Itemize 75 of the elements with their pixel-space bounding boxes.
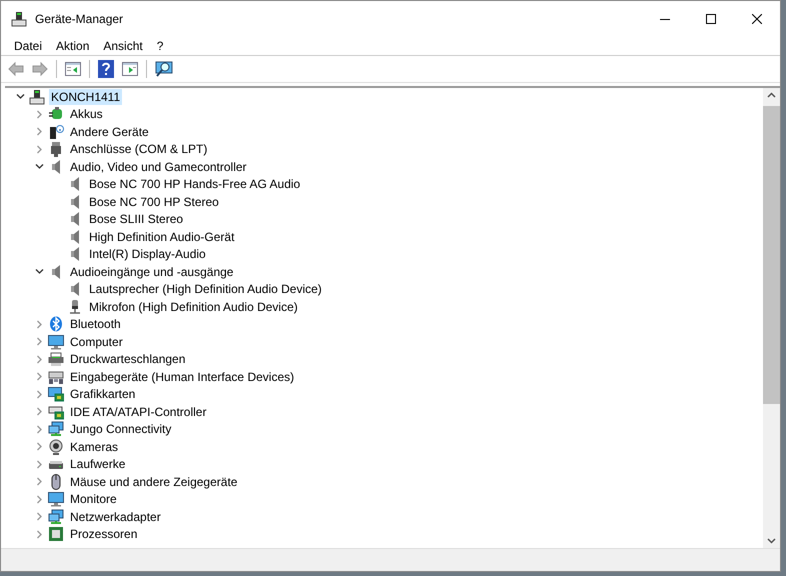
network-icon [48, 508, 64, 525]
window-title: Geräte-Manager [35, 12, 124, 26]
expand-chevron-icon[interactable] [34, 407, 44, 416]
computer-node[interactable]: KONCH1411 [49, 88, 122, 105]
device-category[interactable]: Audioeingänge und -ausgänge [68, 264, 236, 280]
collapse-chevron-icon[interactable] [16, 92, 24, 102]
microphone-icon [67, 298, 83, 315]
device-category[interactable]: IDE ATA/ATAPI-Controller [68, 404, 208, 420]
monitor-icon [48, 334, 64, 350]
device-category[interactable]: Computer [68, 334, 125, 350]
menu-item[interactable]: ? [150, 38, 170, 52]
device-category[interactable]: Andere Geräte [68, 124, 151, 140]
expand-chevron-icon[interactable] [34, 460, 44, 469]
bluetooth-icon [48, 316, 64, 332]
device-item[interactable]: Mikrofon (High Definition Audio Device) [87, 298, 300, 315]
computer-icon [29, 88, 45, 105]
close-icon [752, 14, 762, 24]
help-button[interactable] [95, 58, 117, 80]
device-category[interactable]: Grafikkarten [68, 386, 138, 402]
expand-chevron-icon[interactable] [34, 530, 44, 539]
computer-icon [11, 10, 27, 26]
device-category[interactable]: Netzwerkadapter [68, 508, 163, 525]
device-category[interactable]: Mäuse und andere Zeigegeräte [68, 474, 240, 490]
collapse-chevron-icon[interactable] [34, 162, 44, 172]
scrollbar-thumb[interactable] [763, 106, 780, 404]
expand-chevron-icon[interactable] [34, 110, 44, 119]
chip-icon [48, 526, 64, 542]
console-tree-button[interactable] [62, 59, 84, 79]
controller-card-icon [48, 404, 64, 420]
expand-chevron-icon[interactable] [34, 372, 44, 382]
menu-item[interactable]: Datei [7, 38, 50, 52]
device-category[interactable]: Anschlüsse (COM & LPT) [68, 141, 210, 158]
expand-chevron-icon[interactable] [34, 320, 44, 329]
device-category[interactable]: Laufwerke [68, 456, 128, 472]
menu-item[interactable]: Aktion [49, 38, 96, 52]
menu-item[interactable]: Ansicht [96, 38, 150, 52]
scroll-up-icon[interactable] [767, 92, 776, 98]
expand-chevron-icon[interactable] [34, 477, 44, 486]
action-pane-button[interactable] [119, 59, 141, 79]
device-category[interactable]: Bluetooth [68, 316, 123, 332]
scroll-down-icon[interactable] [767, 538, 776, 544]
device-category[interactable]: Jungo Connectivity [68, 421, 174, 438]
network-icon [48, 421, 64, 438]
webcam-icon [48, 438, 64, 455]
graphics-card-icon [48, 386, 64, 402]
device-item[interactable]: Bose SLIII Stereo [87, 211, 186, 228]
port-icon [48, 141, 64, 158]
expand-chevron-icon[interactable] [34, 424, 44, 434]
monitor-icon [48, 491, 64, 508]
device-category[interactable]: Monitore [68, 491, 119, 508]
device-category[interactable]: Druckwarteschlangen [68, 351, 188, 368]
expand-chevron-icon[interactable] [34, 144, 44, 154]
device-category[interactable]: Akkus [68, 106, 105, 122]
device-item[interactable]: High Definition Audio-Gerät [87, 228, 236, 245]
device-category[interactable]: Kameras [68, 438, 120, 455]
device-item[interactable]: Bose NC 700 HP Hands-Free AG Audio [87, 176, 302, 192]
maximize-icon [706, 14, 716, 24]
expand-chevron-icon[interactable] [34, 127, 44, 136]
keyboard-icon [48, 368, 64, 385]
device-item[interactable]: Lautsprecher (High Definition Audio Device) [87, 281, 324, 298]
expand-chevron-icon[interactable] [34, 354, 44, 364]
expand-chevron-icon[interactable] [34, 337, 44, 346]
expand-chevron-icon[interactable] [34, 494, 44, 504]
printer-icon [48, 351, 64, 368]
device-category[interactable]: Audio, Video und Gamecontroller [68, 158, 249, 175]
collapse-chevron-icon[interactable] [34, 267, 44, 276]
expand-chevron-icon[interactable] [34, 442, 44, 452]
expand-chevron-icon[interactable] [34, 512, 44, 522]
device-category[interactable]: Prozessoren [68, 526, 140, 542]
device-item[interactable]: Intel(R) Display-Audio [87, 246, 208, 262]
vertical-scrollbar[interactable] [763, 88, 780, 548]
unknown-device-icon [48, 124, 64, 140]
device-category[interactable]: Eingabegeräte (Human Interface Devices) [68, 368, 296, 385]
device-item[interactable]: Bose NC 700 HP Stereo [87, 194, 221, 210]
expand-chevron-icon[interactable] [34, 390, 44, 399]
